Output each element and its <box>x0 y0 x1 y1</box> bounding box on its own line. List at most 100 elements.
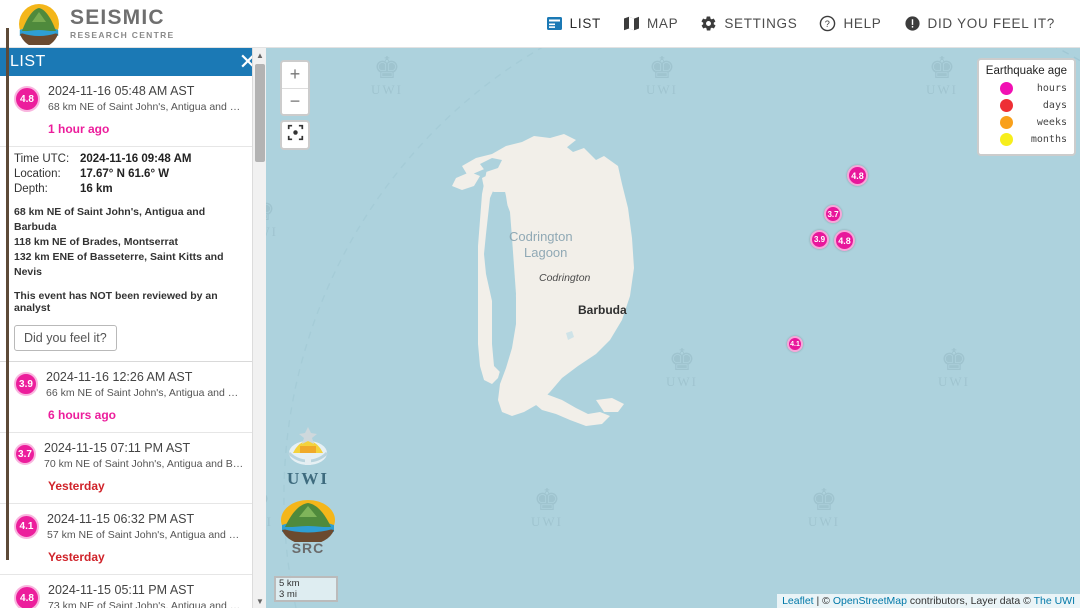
map-marker-quake[interactable]: 4.1 <box>787 336 803 352</box>
detail-distance-item: 118 km NE of Brades, Montserrat <box>14 236 178 248</box>
attribution-osm-link[interactable]: OpenStreetMap <box>833 595 907 607</box>
event-detail-grid: Time UTC: 2024-11-16 09:48 AM Location: … <box>14 153 242 195</box>
detail-depth-value: 16 km <box>80 183 113 195</box>
locate-button[interactable] <box>280 120 310 150</box>
list-item-header: 4.8 2024-11-15 05:11 PM AST 73 km NE of … <box>14 583 244 608</box>
map-marker-quake[interactable]: 4.8 <box>847 165 868 186</box>
attribution-mid: contributors, Layer data © <box>906 595 1034 607</box>
app-root: SEISMIC RESEARCH CENTRE LIST MAP SETTING… <box>0 0 1080 608</box>
list-item-header: 3.7 2024-11-15 07:11 PM AST 70 km NE of … <box>14 441 244 470</box>
map-tiles <box>266 48 1080 608</box>
list-item[interactable]: 4.8 2024-11-16 05:48 AM AST 68 km NE of … <box>0 76 252 147</box>
detail-time-utc-label: Time UTC: <box>14 153 70 165</box>
map-label-codrington-lagoon-2: Lagoon <box>524 245 568 260</box>
legend-label-days: days <box>1042 100 1067 111</box>
list-panel-body[interactable]: 4.8 2024-11-16 05:48 AM AST 68 km NE of … <box>0 76 252 608</box>
legend-label-hours: hours <box>1036 83 1067 94</box>
list-item-place: 68 km NE of Saint John's, Antigua and Ba… <box>48 101 244 113</box>
list-item-text: 2024-11-15 06:32 PM AST 57 km NE of Sain… <box>47 512 244 541</box>
legend-dot-weeks-icon <box>1000 116 1013 129</box>
nav-item-map[interactable]: MAP <box>612 9 689 38</box>
question-circle-icon: ? <box>819 15 836 32</box>
brand-logo-group[interactable]: SEISMIC RESEARCH CENTRE <box>18 3 175 48</box>
event-detail: Time UTC: 2024-11-16 09:48 AM Location: … <box>0 147 252 362</box>
magnitude-badge: 3.9 <box>14 372 38 396</box>
magnitude-badge: 4.8 <box>14 86 40 112</box>
zoom-out-button[interactable]: − <box>282 88 308 114</box>
list-item-text: 2024-11-16 12:26 AM AST 66 km NE of Sain… <box>46 370 244 399</box>
svg-text:?: ? <box>825 19 831 29</box>
map-canvas[interactable]: ♚ UWI ♚ UWI ♚ UWI ♚ UWI ♚ UWI ♚ UWI ♚ UW… <box>266 48 1080 608</box>
list-item-text: 2024-11-15 05:11 PM AST 73 km NE of Sain… <box>48 583 244 608</box>
map-icon <box>623 15 640 32</box>
legend-row-weeks: weeks <box>986 114 1067 131</box>
list-item-time: 2024-11-16 12:26 AM AST <box>46 370 193 384</box>
list-item-time: 2024-11-15 07:11 PM AST <box>44 441 191 455</box>
list-panel-icon <box>546 15 563 32</box>
list-item[interactable]: 3.7 2024-11-15 07:11 PM AST 70 km NE of … <box>0 433 252 504</box>
map-label-codrington-town: Codrington <box>539 272 591 284</box>
list-item-text: 2024-11-16 05:48 AM AST 68 km NE of Sain… <box>48 84 244 113</box>
detail-distance-item: 132 km ENE of Basseterre, Saint Kitts an… <box>14 251 224 278</box>
zoom-controls: + − <box>280 60 310 116</box>
nav-item-settings-label: SETTINGS <box>724 16 798 31</box>
map-marker-quake[interactable]: 4.8 <box>834 230 855 251</box>
uwi-logo[interactable]: UWI <box>278 423 338 489</box>
map-marker-quake[interactable]: 3.7 <box>824 205 842 223</box>
detail-distance-item: 68 km NE of Saint John's, Antigua and Ba… <box>14 206 206 233</box>
list-item-time: 2024-11-15 05:11 PM AST <box>48 583 195 597</box>
map-label-barbuda: Barbuda <box>578 303 627 317</box>
legend-label-weeks: weeks <box>1036 117 1067 128</box>
list-item-time: 2024-11-15 06:32 PM AST <box>47 512 195 526</box>
panel-accent-bar <box>6 28 9 560</box>
list-panel-title: LIST <box>10 53 46 70</box>
nav-item-map-label: MAP <box>646 16 679 31</box>
legend-row-months: months <box>986 131 1067 148</box>
attribution-leaflet-link[interactable]: Leaflet <box>782 595 814 607</box>
top-navigation: LIST MAP SETTINGS ? HELP DID YOU FEEL IT… <box>535 9 1066 38</box>
list-item[interactable]: 4.1 2024-11-15 06:32 PM AST 57 km NE of … <box>0 504 252 575</box>
scrollbar-thumb[interactable] <box>255 64 265 162</box>
did-you-feel-it-button[interactable]: Did you feel it? <box>14 325 117 351</box>
legend-row-days: days <box>986 97 1067 114</box>
legend-dot-days-icon <box>1000 99 1013 112</box>
detail-distances: 68 km NE of Saint John's, Antigua and Ba… <box>14 205 242 280</box>
nav-item-list[interactable]: LIST <box>535 9 612 38</box>
brand-subtitle: RESEARCH CENTRE <box>70 30 175 41</box>
legend-label-months: months <box>1030 134 1067 145</box>
attribution-uwi-link[interactable]: The UWI <box>1034 595 1075 607</box>
map-attribution: Leaflet | © OpenStreetMap contributors, … <box>777 594 1080 608</box>
detail-location-label: Location: <box>14 168 61 180</box>
list-item-place: 70 km NE of Saint John's, Antigua and Ba… <box>44 458 244 470</box>
list-item[interactable]: 4.8 2024-11-15 05:11 PM AST 73 km NE of … <box>0 575 252 608</box>
exclamation-circle-icon <box>904 15 921 32</box>
list-item-header: 3.9 2024-11-16 12:26 AM AST 66 km NE of … <box>14 370 244 399</box>
list-item-place: 66 km NE of Saint John's, Antigua and Ba… <box>46 387 244 399</box>
top-bar: SEISMIC RESEARCH CENTRE LIST MAP SETTING… <box>0 0 1080 48</box>
detail-review-note: This event has NOT been reviewed by an a… <box>14 290 218 314</box>
legend-title: Earthquake age <box>985 65 1067 77</box>
nav-item-help[interactable]: ? HELP <box>808 9 892 38</box>
detail-location-value: 17.67° N 61.6° W <box>80 168 170 180</box>
list-item-time: 2024-11-16 05:48 AM AST <box>48 84 195 98</box>
map-marker-quake[interactable]: 3.9 <box>810 230 829 249</box>
detail-time-utc-value: 2024-11-16 09:48 AM <box>80 153 192 165</box>
map-scale-bar: 5 km 3 mi <box>274 576 338 602</box>
list-panel-scrollbar[interactable]: ▲ ▼ <box>252 48 266 608</box>
nav-item-did-you-feel-it[interactable]: DID YOU FEEL IT? <box>893 9 1066 38</box>
brand-name: SEISMIC <box>70 6 165 30</box>
nav-item-settings[interactable]: SETTINGS <box>689 9 808 38</box>
src-logo-label: SRC <box>291 540 325 556</box>
map-scale-imperial: 3 mi <box>274 589 338 602</box>
list-item-age: Yesterday <box>48 550 105 564</box>
scroll-down-icon[interactable]: ▼ <box>253 594 267 608</box>
uwi-logo-label: UWI <box>287 469 329 488</box>
list-panel: LIST ✕ 4.8 2024-11-16 05:48 AM AST 68 km… <box>0 48 266 608</box>
zoom-in-button[interactable]: + <box>282 62 308 88</box>
list-item-header: 4.8 2024-11-16 05:48 AM AST 68 km NE of … <box>14 84 244 113</box>
list-item[interactable]: 3.9 2024-11-16 12:26 AM AST 66 km NE of … <box>0 362 252 433</box>
src-logo[interactable]: SRC <box>278 498 338 556</box>
list-item-header: 4.1 2024-11-15 06:32 PM AST 57 km NE of … <box>14 512 244 541</box>
scroll-up-icon[interactable]: ▲ <box>253 48 267 62</box>
nav-item-help-label: HELP <box>843 16 882 31</box>
